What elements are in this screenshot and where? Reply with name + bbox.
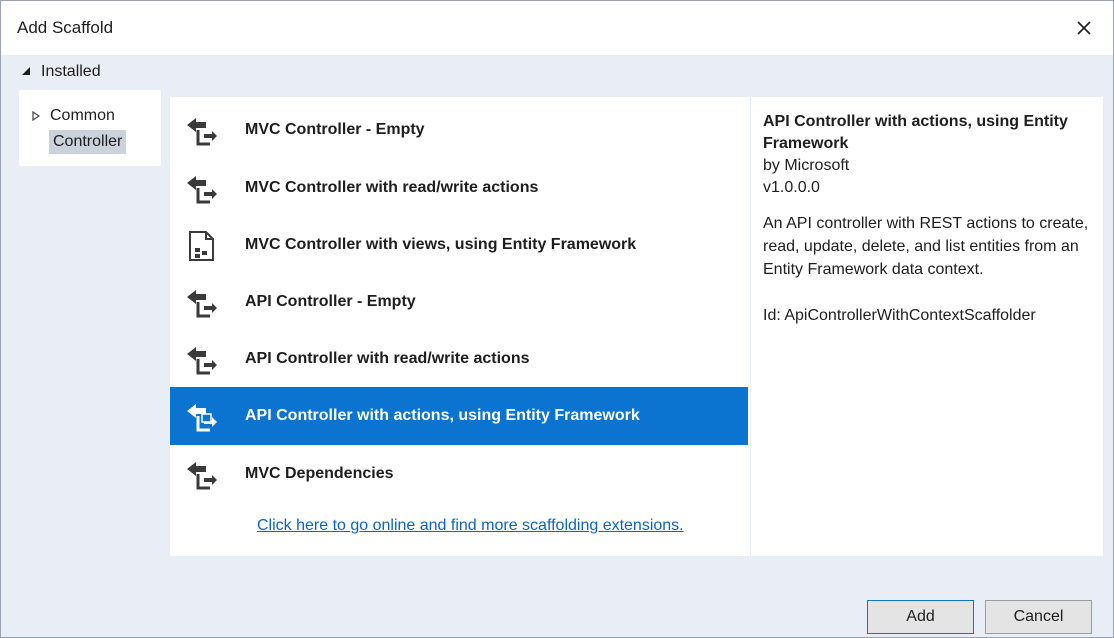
controller-icon	[187, 290, 217, 318]
tree-item-common-label: Common	[50, 107, 115, 124]
controller-ef-icon	[187, 404, 217, 432]
list-item-label: MVC Controller - Empty	[245, 121, 425, 138]
views-icon	[189, 231, 214, 261]
category-tree: Common Controller	[19, 90, 161, 166]
list-item-mvc-controller-empty[interactable]: MVC Controller - Empty	[170, 101, 748, 159]
scaffold-list: MVC Controller - Empty MVC Controller wi…	[170, 97, 750, 556]
tree-item-common[interactable]: Common	[32, 106, 115, 126]
list-item-label: API Controller with actions, using Entit…	[245, 407, 640, 424]
cancel-button[interactable]: Cancel	[985, 600, 1092, 634]
list-item-api-controller-read-write[interactable]: API Controller with read/write actions	[170, 330, 748, 388]
details-description: An API controller with REST actions to c…	[763, 215, 1089, 278]
installed-section-header[interactable]: Installed	[1, 55, 1113, 89]
list-item-mvc-dependencies[interactable]: MVC Dependencies	[170, 445, 748, 503]
details-author: by Microsoft	[763, 157, 850, 174]
list-item-mvc-controller-read-write[interactable]: MVC Controller with read/write actions	[170, 159, 748, 217]
list-item-label: API Controller - Empty	[245, 293, 416, 310]
list-item-label: MVC Controller with views, using Entity …	[245, 236, 637, 253]
close-button[interactable]	[1067, 11, 1101, 45]
add-scaffold-dialog: Add Scaffold Installed Common Controller	[0, 0, 1114, 638]
expanded-triangle-icon[interactable]	[21, 66, 31, 76]
controller-icon	[187, 118, 217, 146]
collapsed-triangle-icon[interactable]	[32, 111, 40, 121]
title-bar: Add Scaffold	[1, 1, 1113, 55]
controller-icon	[187, 347, 217, 375]
close-icon	[1077, 21, 1091, 35]
dialog-title: Add Scaffold	[17, 18, 114, 37]
list-item-label: API Controller with read/write actions	[245, 350, 530, 367]
online-extensions-link[interactable]: Click here to go online and find more sc…	[257, 517, 684, 535]
details-id: Id: ApiControllerWithContextScaffolder	[763, 307, 1036, 324]
list-item-label: MVC Dependencies	[245, 465, 394, 482]
add-button[interactable]: Add	[867, 600, 974, 634]
details-version: v1.0.0.0	[763, 179, 820, 196]
installed-label: Installed	[41, 63, 101, 80]
list-item-api-controller-empty[interactable]: API Controller - Empty	[170, 273, 748, 331]
list-item-api-controller-ef-selected[interactable]: API Controller with actions, using Entit…	[170, 387, 748, 445]
list-item-mvc-controller-views-ef[interactable]: MVC Controller with views, using Entity …	[170, 216, 748, 274]
controller-icon	[187, 176, 217, 204]
list-item-label: MVC Controller with read/write actions	[245, 179, 539, 196]
details-title: API Controller with actions, using Entit…	[763, 113, 1068, 152]
tree-item-controller[interactable]: Controller	[49, 130, 127, 154]
details-panel: API Controller with actions, using Entit…	[751, 97, 1103, 556]
controller-icon	[187, 462, 217, 490]
